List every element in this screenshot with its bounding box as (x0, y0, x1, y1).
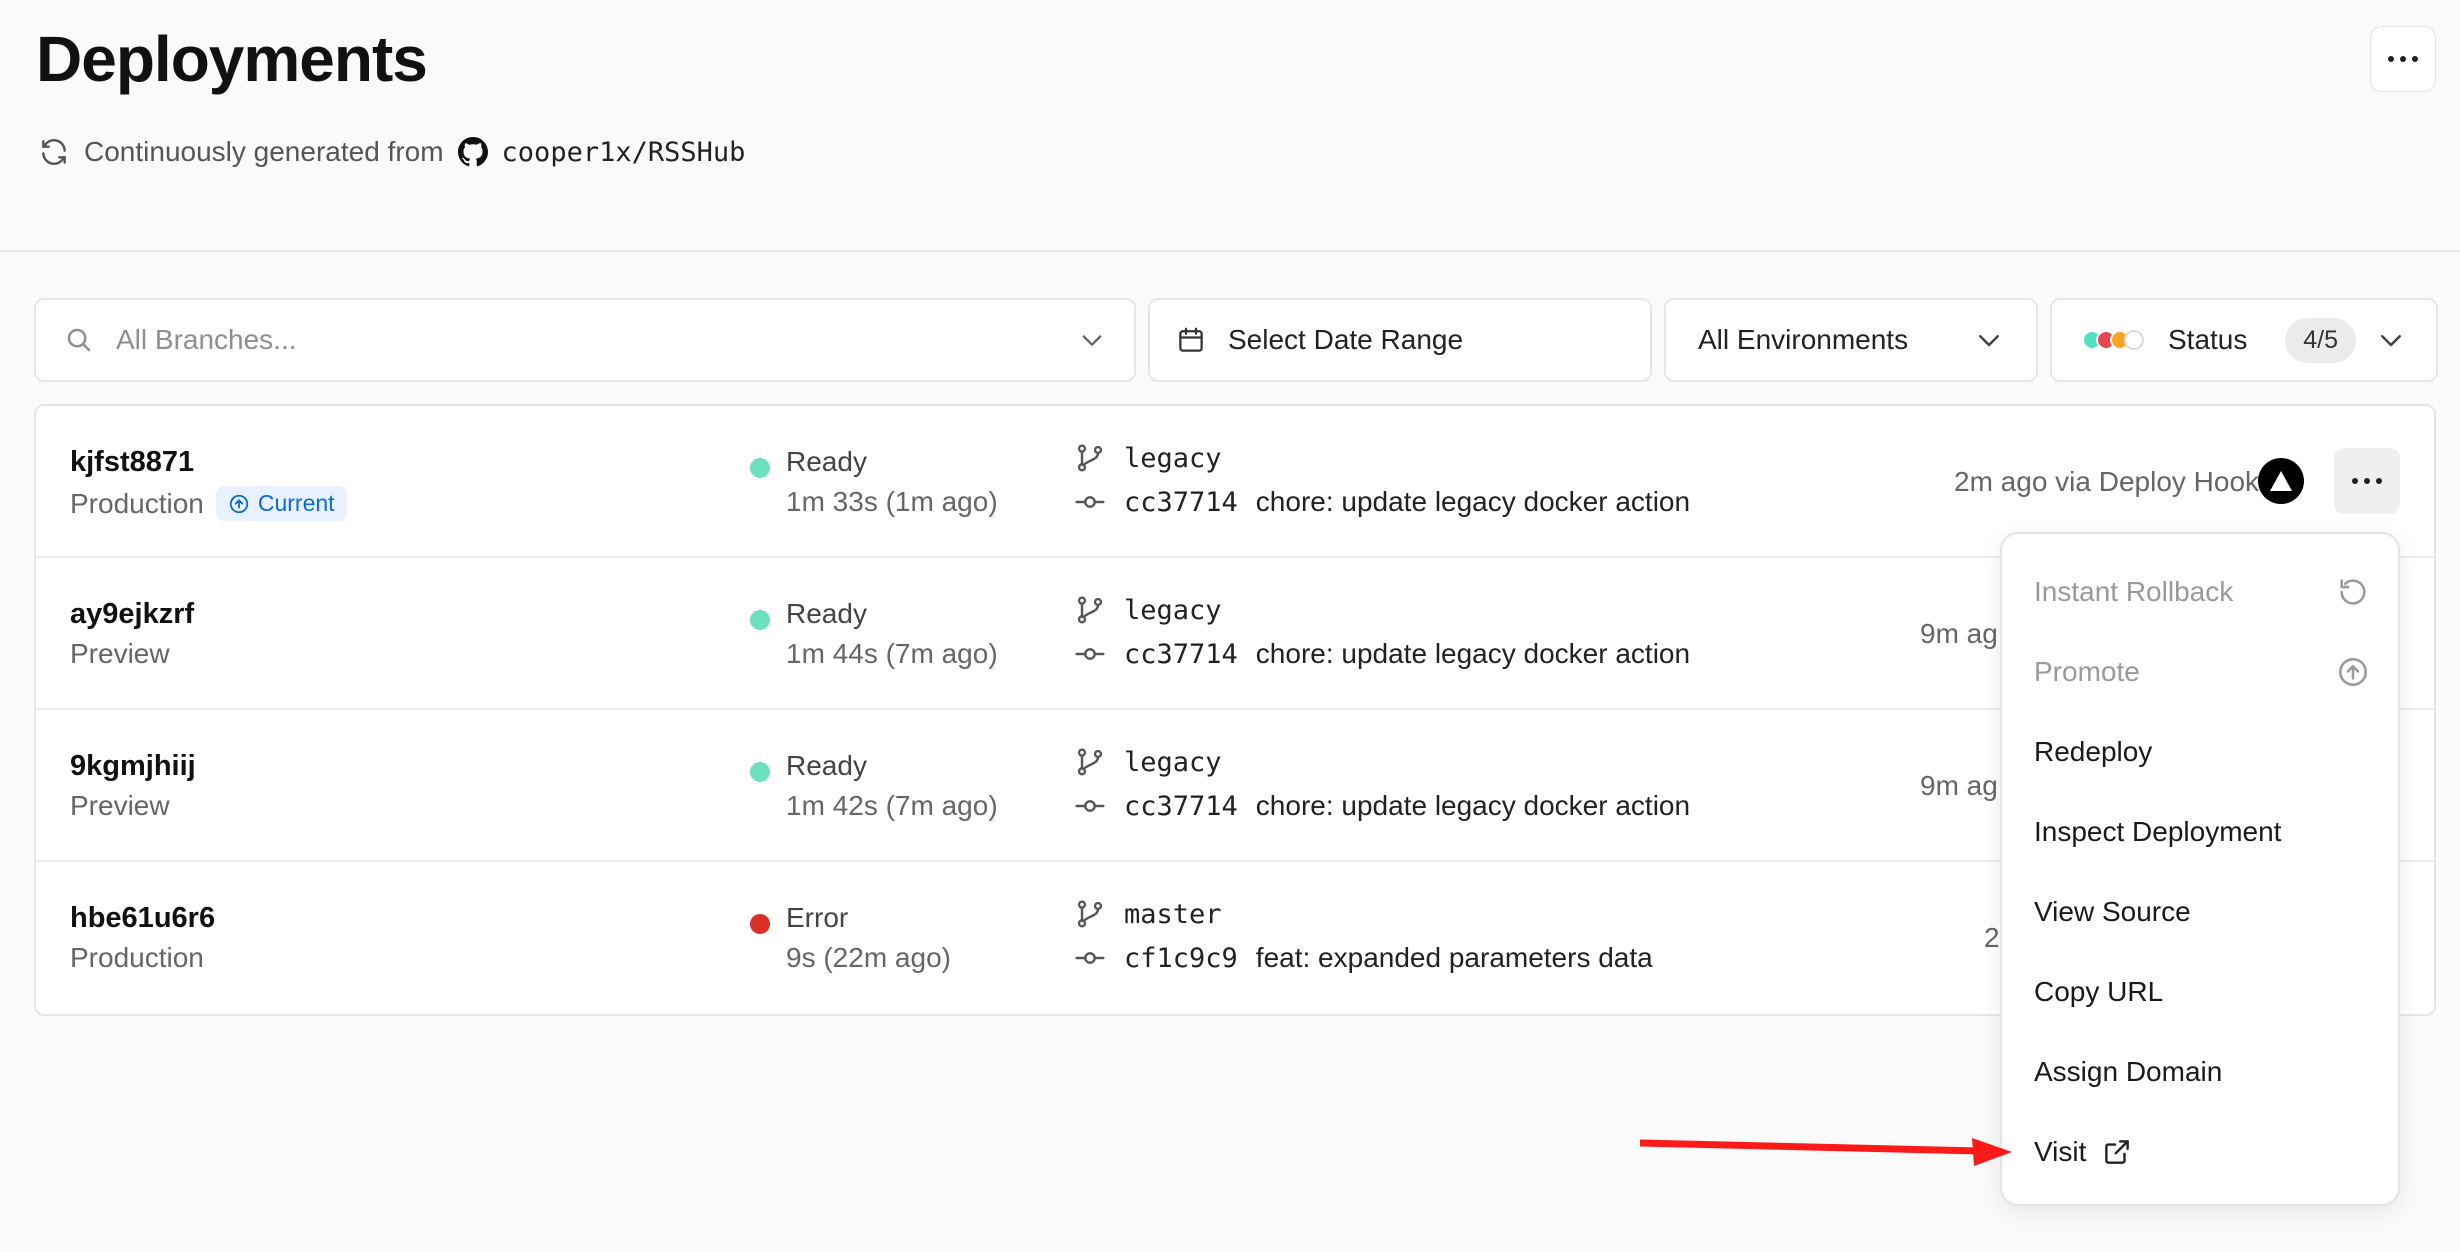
deployment-status: Ready (786, 446, 867, 477)
search-icon (67, 328, 91, 352)
menu-item-instant-rollback[interactable]: Instant Rollback (2034, 562, 2370, 622)
environment-text: Preview (70, 790, 170, 821)
environment-text: Production (70, 942, 204, 973)
deployment-time: 9m ag (1920, 618, 1998, 649)
menu-item-assign-domain[interactable]: Assign Domain (2034, 1042, 2370, 1102)
row-more-button[interactable] (2334, 448, 2400, 514)
deployment-environment: Preview (70, 638, 170, 670)
git-commit-icon (1075, 952, 1105, 964)
git-branch-icon (1077, 900, 1103, 928)
deployment-environment: Production Current (70, 486, 347, 521)
page-more-button[interactable] (2370, 26, 2436, 92)
commit-info[interactable]: cf1c9c9 feat: expanded parameters data (1074, 942, 1653, 974)
deployment-actions-menu: Instant Rollback Promote Redeploy Inspec… (2000, 532, 2400, 1206)
avatar (2258, 458, 2304, 504)
environment-text: Preview (70, 638, 170, 669)
header-divider (0, 250, 2460, 252)
promote-icon (2338, 657, 2368, 687)
page-title: Deployments (36, 23, 428, 95)
branch-info[interactable]: legacy (1074, 746, 1222, 778)
deployment-status: Error (786, 902, 849, 933)
chevron-down-icon (1979, 335, 1999, 347)
repo-source: Continuously generated from cooper1x/RSS… (38, 134, 745, 170)
deployment-time: 9m ag (1920, 770, 1998, 801)
chevron-down-icon (1082, 335, 1102, 346)
branch-name: legacy (1124, 594, 1222, 626)
annotation-arrow-icon (1640, 1138, 2012, 1166)
commit-sha: cc37714 (1124, 638, 1238, 670)
arrow-up-circle-icon (229, 494, 249, 513)
status-color-dots (2082, 330, 2148, 350)
status-indicator (750, 914, 770, 934)
deployment-duration: 1m 42s (7m ago) (786, 790, 998, 821)
external-link-icon (2105, 1140, 2130, 1164)
deployment-time: 2m ago via Deploy Hook (1954, 466, 2260, 497)
environment-text: Production (70, 487, 204, 519)
deployment-status: Ready (786, 750, 867, 781)
branch-info[interactable]: master (1074, 898, 1222, 930)
branch-filter-placeholder: All Branches... (116, 324, 297, 355)
branch-info[interactable]: legacy (1074, 442, 1222, 474)
deployment-duration: 1m 33s (1m ago) (786, 486, 998, 517)
status-indicator (750, 610, 770, 630)
status-label: Status (2168, 324, 2248, 355)
git-commit-icon (1075, 648, 1105, 660)
more-dots-icon (2388, 56, 2418, 62)
status-indicator (750, 762, 770, 782)
deployment-id[interactable]: ay9ejkzrf (70, 598, 194, 631)
branch-filter[interactable]: All Branches... (34, 298, 1136, 382)
calendar-icon (1179, 327, 1203, 352)
commit-info[interactable]: cc37714 chore: update legacy docker acti… (1074, 638, 1690, 670)
repo-link[interactable]: cooper1x/RSSHub (502, 137, 746, 168)
subtitle-text: Continuously generated from (84, 136, 444, 167)
menu-item-view-source[interactable]: View Source (2034, 882, 2370, 942)
commit-message: chore: update legacy docker action (1255, 638, 1691, 669)
commit-message: chore: update legacy docker action (1255, 790, 1691, 821)
deployment-environment: Preview (70, 790, 170, 822)
deployment-id[interactable]: hbe61u6r6 (70, 902, 215, 935)
commit-info[interactable]: cc37714 chore: update legacy docker acti… (1074, 790, 1690, 822)
deployment-duration: 9s (22m ago) (786, 942, 951, 973)
branch-info[interactable]: legacy (1074, 594, 1222, 626)
date-range-filter[interactable]: Select Date Range (1148, 298, 1652, 382)
git-branch-icon (1077, 596, 1103, 624)
deployment-status: Ready (786, 598, 867, 629)
commit-sha: cc37714 (1124, 790, 1238, 822)
branch-name: legacy (1124, 746, 1222, 778)
current-badge: Current (215, 486, 347, 521)
refresh-icon (42, 139, 66, 165)
git-branch-icon (1077, 444, 1103, 472)
deployment-id[interactable]: kjfst8871 (70, 446, 194, 479)
menu-item-inspect-deployment[interactable]: Inspect Deployment (2034, 802, 2370, 862)
deployment-environment: Production (70, 942, 204, 974)
status-filter[interactable]: Status 4/5 (2050, 298, 2438, 382)
vercel-triangle-icon (2270, 471, 2292, 491)
menu-item-visit[interactable]: Visit (2034, 1122, 2370, 1182)
date-range-label: Select Date Range (1228, 324, 1464, 355)
menu-item-promote[interactable]: Promote (2034, 642, 2370, 702)
deployment-id[interactable]: 9kgmjhiij (70, 750, 196, 783)
branch-name: master (1124, 898, 1222, 930)
commit-sha: cf1c9c9 (1124, 942, 1238, 974)
deployment-time: 2 (1984, 922, 2000, 953)
git-commit-icon (1075, 800, 1105, 812)
git-commit-icon (1075, 496, 1105, 508)
commit-sha: cc37714 (1124, 486, 1238, 518)
commit-message: feat: expanded parameters data (1255, 942, 1653, 973)
deployment-duration: 1m 44s (7m ago) (786, 638, 998, 669)
rollback-icon (2340, 579, 2366, 605)
github-icon (457, 137, 488, 167)
status-indicator (750, 458, 770, 478)
chevron-down-icon (2381, 335, 2401, 347)
menu-item-copy-url[interactable]: Copy URL (2034, 962, 2370, 1022)
git-branch-icon (1077, 748, 1103, 776)
environment-filter[interactable]: All Environments (1664, 298, 2038, 382)
branch-name: legacy (1124, 442, 1222, 474)
more-dots-icon (2352, 478, 2382, 484)
status-count-badge: 4/5 (2285, 317, 2356, 363)
menu-item-redeploy[interactable]: Redeploy (2034, 722, 2370, 782)
environment-label: All Environments (1698, 324, 1909, 355)
commit-message: chore: update legacy docker action (1255, 486, 1691, 517)
commit-info[interactable]: cc37714 chore: update legacy docker acti… (1074, 486, 1690, 518)
